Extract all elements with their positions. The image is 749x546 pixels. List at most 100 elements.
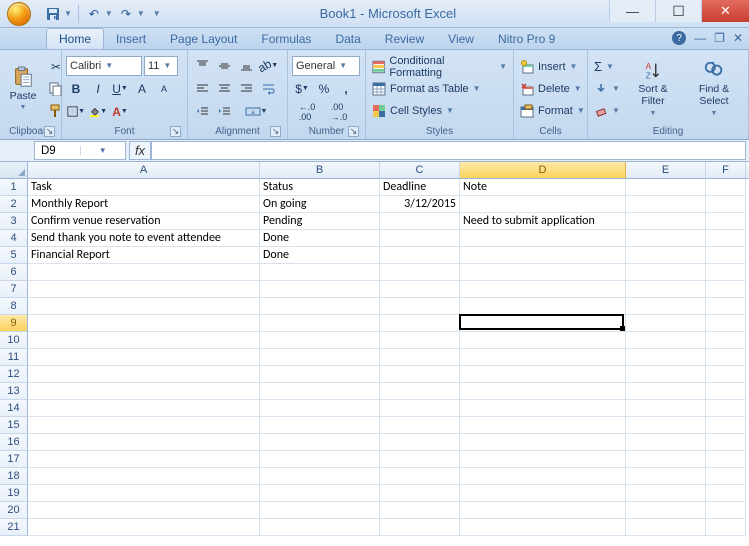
select-all-button[interactable] <box>0 162 28 178</box>
cell-E20[interactable] <box>626 502 706 519</box>
row-header-8[interactable]: 8 <box>0 298 28 315</box>
redo-button[interactable]: ↷ <box>117 5 135 23</box>
cell-D5[interactable] <box>460 247 626 264</box>
cell-F9[interactable] <box>706 315 746 332</box>
cell-B14[interactable] <box>260 400 380 417</box>
qat-redo-dd[interactable]: ▼ <box>137 9 145 18</box>
row-header-18[interactable]: 18 <box>0 468 28 485</box>
cell-B8[interactable] <box>260 298 380 315</box>
tab-data[interactable]: Data <box>323 29 372 49</box>
cell-E19[interactable] <box>626 485 706 502</box>
cell-A5[interactable]: Financial Report <box>28 247 260 264</box>
cell-B15[interactable] <box>260 417 380 434</box>
row-header-1[interactable]: 1 <box>0 179 28 196</box>
cell-F2[interactable] <box>706 196 746 213</box>
maximize-button[interactable]: ☐ <box>655 0 701 22</box>
tab-formulas[interactable]: Formulas <box>249 29 323 49</box>
cell-D18[interactable] <box>460 468 626 485</box>
clear-button[interactable]: ▼ <box>592 101 622 121</box>
cell-A10[interactable] <box>28 332 260 349</box>
cell-A11[interactable] <box>28 349 260 366</box>
cell-B2[interactable]: On going <box>260 196 380 213</box>
cell-E21[interactable] <box>626 519 706 536</box>
cells-area[interactable]: TaskStatusDeadlineNoteMonthly ReportOn g… <box>28 179 746 536</box>
row-header-5[interactable]: 5 <box>0 247 28 264</box>
cell-D9[interactable] <box>460 315 626 332</box>
tab-page-layout[interactable]: Page Layout <box>158 29 249 49</box>
cell-C14[interactable] <box>380 400 460 417</box>
cell-F3[interactable] <box>706 213 746 230</box>
cell-A3[interactable]: Confirm venue reservation <box>28 213 260 230</box>
currency-button[interactable]: $▼ <box>292 79 312 99</box>
minimize-button[interactable]: — <box>609 0 655 22</box>
align-middle-button[interactable] <box>214 56 234 76</box>
cell-F14[interactable] <box>706 400 746 417</box>
cell-B21[interactable] <box>260 519 380 536</box>
cell-B3[interactable]: Pending <box>260 213 380 230</box>
fill-button[interactable]: ▼ <box>592 79 622 99</box>
cell-C12[interactable] <box>380 366 460 383</box>
cell-D15[interactable] <box>460 417 626 434</box>
row-header-16[interactable]: 16 <box>0 434 28 451</box>
row-header-21[interactable]: 21 <box>0 519 28 536</box>
cell-D17[interactable] <box>460 451 626 468</box>
row-header-9[interactable]: 9 <box>0 315 28 332</box>
cell-B17[interactable] <box>260 451 380 468</box>
cell-D3[interactable]: Need to submit application <box>460 213 626 230</box>
cell-D1[interactable]: Note <box>460 179 626 196</box>
cell-D10[interactable] <box>460 332 626 349</box>
cell-E9[interactable] <box>626 315 706 332</box>
cell-C20[interactable] <box>380 502 460 519</box>
row-header-13[interactable]: 13 <box>0 383 28 400</box>
cell-E13[interactable] <box>626 383 706 400</box>
qat-customize-dd[interactable]: ▼ <box>153 9 161 18</box>
align-left-button[interactable] <box>192 79 212 99</box>
cell-A17[interactable] <box>28 451 260 468</box>
clipboard-dialog-launcher[interactable]: ↘ <box>44 126 55 137</box>
row-header-11[interactable]: 11 <box>0 349 28 366</box>
cell-B5[interactable]: Done <box>260 247 380 264</box>
tab-home[interactable]: Home <box>46 28 104 49</box>
restore-window-button[interactable]: ❐ <box>714 31 725 45</box>
cell-F18[interactable] <box>706 468 746 485</box>
cell-E15[interactable] <box>626 417 706 434</box>
cell-D20[interactable] <box>460 502 626 519</box>
merge-center-button[interactable]: a▼ <box>236 102 276 122</box>
cell-C19[interactable] <box>380 485 460 502</box>
format-as-table-button[interactable]: Format as Table▼ <box>370 79 509 99</box>
sort-filter-button[interactable]: AZ Sort & Filter▼ <box>626 52 680 125</box>
tab-insert[interactable]: Insert <box>104 29 158 49</box>
cell-D14[interactable] <box>460 400 626 417</box>
cell-C16[interactable] <box>380 434 460 451</box>
align-bottom-button[interactable] <box>236 56 256 76</box>
tab-nitro-pro-9[interactable]: Nitro Pro 9 <box>486 29 567 49</box>
cell-F21[interactable] <box>706 519 746 536</box>
cell-E7[interactable] <box>626 281 706 298</box>
cell-C18[interactable] <box>380 468 460 485</box>
autosum-button[interactable]: Σ▼ <box>592 57 622 77</box>
qat-save-dd[interactable]: ▼ <box>64 9 72 18</box>
minimize-ribbon-button[interactable]: — <box>694 31 706 45</box>
cell-E12[interactable] <box>626 366 706 383</box>
number-format-combo[interactable]: General▼ <box>292 56 360 76</box>
cell-D13[interactable] <box>460 383 626 400</box>
cell-A9[interactable] <box>28 315 260 332</box>
cell-F4[interactable] <box>706 230 746 247</box>
cell-E5[interactable] <box>626 247 706 264</box>
cell-E18[interactable] <box>626 468 706 485</box>
cell-A18[interactable] <box>28 468 260 485</box>
cell-E16[interactable] <box>626 434 706 451</box>
cell-F19[interactable] <box>706 485 746 502</box>
cell-C10[interactable] <box>380 332 460 349</box>
shrink-font-button[interactable]: A <box>154 79 174 99</box>
delete-cells-button[interactable]: Delete▼ <box>518 79 587 99</box>
close-button[interactable]: ✕ <box>701 0 749 22</box>
cell-A14[interactable] <box>28 400 260 417</box>
cell-B9[interactable] <box>260 315 380 332</box>
worksheet[interactable]: ABCDEF 123456789101112131415161718192021… <box>0 162 749 546</box>
help-icon[interactable]: ? <box>672 31 686 45</box>
cell-F5[interactable] <box>706 247 746 264</box>
cell-D16[interactable] <box>460 434 626 451</box>
cell-C15[interactable] <box>380 417 460 434</box>
cell-C4[interactable] <box>380 230 460 247</box>
